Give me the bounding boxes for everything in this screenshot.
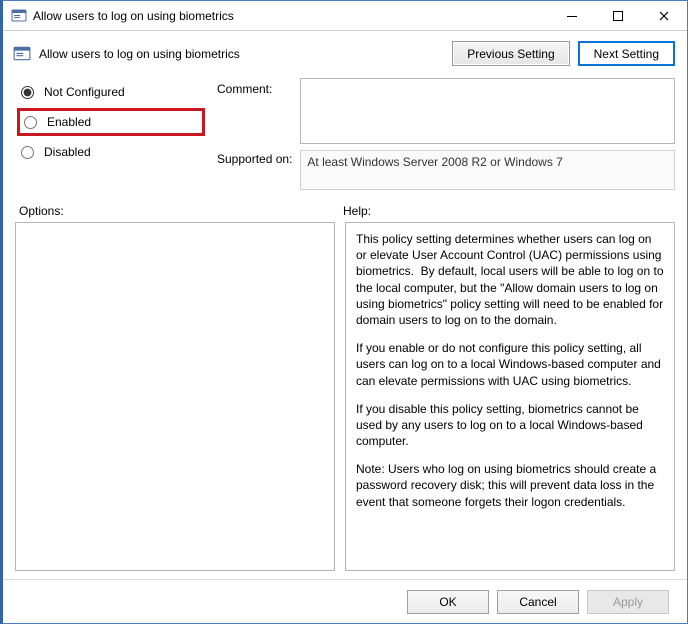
help-paragraph: This policy setting determines whether u…: [356, 231, 664, 328]
window-controls: [549, 1, 687, 30]
radio-enabled[interactable]: Enabled: [17, 108, 205, 136]
radio-enabled-label: Enabled: [47, 115, 91, 129]
next-setting-button[interactable]: Next Setting: [578, 41, 675, 66]
supported-on-label: Supported on:: [217, 152, 292, 166]
radio-not-configured[interactable]: Not Configured: [19, 78, 205, 106]
radio-enabled-input[interactable]: [24, 116, 37, 129]
maximize-button[interactable]: [595, 1, 641, 30]
titlebar: Allow users to log on using biometrics: [3, 1, 687, 31]
help-paragraph: If you disable this policy setting, biom…: [356, 401, 664, 450]
radio-disabled-input[interactable]: [21, 146, 34, 159]
radio-disabled[interactable]: Disabled: [19, 138, 205, 166]
dialog-footer: OK Cancel Apply: [3, 579, 687, 623]
state-radios: Not Configured Enabled Disabled: [19, 78, 205, 190]
policy-editor-window: Allow users to log on using biometrics A…: [0, 0, 688, 624]
policy-icon: [11, 8, 27, 24]
radio-not-configured-input[interactable]: [21, 86, 34, 99]
comment-input[interactable]: [300, 78, 675, 144]
minimize-button[interactable]: [549, 1, 595, 30]
configuration-section: Not Configured Enabled Disabled Comment:…: [3, 78, 687, 194]
help-paragraph: Note: Users who log on using biometrics …: [356, 461, 664, 510]
header-row: Allow users to log on using biometrics P…: [3, 31, 687, 78]
panels: This policy setting determines whether u…: [3, 222, 687, 579]
ok-button[interactable]: OK: [407, 590, 489, 614]
options-panel: [15, 222, 335, 571]
help-panel: This policy setting determines whether u…: [345, 222, 675, 571]
previous-setting-button[interactable]: Previous Setting: [452, 41, 569, 66]
radio-not-configured-label: Not Configured: [44, 85, 125, 99]
options-label: Options:: [19, 204, 343, 218]
radio-disabled-label: Disabled: [44, 145, 91, 159]
close-button[interactable]: [641, 1, 687, 30]
window-title: Allow users to log on using biometrics: [33, 9, 549, 23]
panel-labels: Options: Help:: [3, 194, 687, 222]
help-paragraph: If you enable or do not configure this p…: [356, 340, 664, 389]
policy-icon: [13, 45, 31, 63]
supported-on-value: At least Windows Server 2008 R2 or Windo…: [307, 155, 562, 169]
supported-on-box: At least Windows Server 2008 R2 or Windo…: [300, 150, 675, 190]
help-label: Help:: [343, 204, 371, 218]
policy-title: Allow users to log on using biometrics: [39, 47, 444, 61]
cancel-button[interactable]: Cancel: [497, 590, 579, 614]
comment-label: Comment:: [217, 82, 292, 96]
apply-button: Apply: [587, 590, 669, 614]
